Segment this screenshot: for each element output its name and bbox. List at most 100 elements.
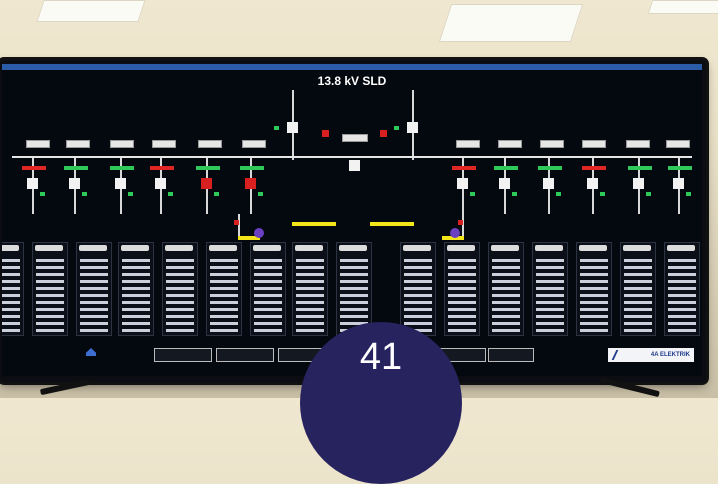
feeder-status-bar [240, 166, 264, 170]
panel-row [36, 301, 64, 304]
breaker-icon[interactable] [245, 178, 256, 189]
breaker-icon[interactable] [543, 178, 554, 189]
panel-header[interactable] [209, 245, 237, 251]
panel-row [624, 259, 652, 262]
panel-header[interactable] [403, 245, 431, 251]
panel-header[interactable] [447, 245, 475, 251]
panel-header[interactable] [339, 245, 367, 251]
panel-header[interactable] [79, 245, 107, 251]
breaker-icon[interactable] [633, 178, 644, 189]
coupling-link [292, 222, 336, 226]
feeder-status-bar [64, 166, 88, 170]
panel-row [580, 259, 608, 262]
panel-row [122, 294, 150, 297]
breaker-icon[interactable] [380, 130, 387, 137]
panel-header[interactable] [35, 245, 63, 251]
panel-header[interactable] [667, 245, 695, 251]
panel-row [254, 259, 282, 262]
panel-header[interactable] [121, 245, 149, 251]
panel-row [36, 308, 64, 311]
panel-row [36, 280, 64, 283]
breaker-icon[interactable] [234, 220, 239, 225]
panel-header[interactable] [295, 245, 323, 251]
panel-row [624, 329, 652, 332]
status-indicator [258, 192, 263, 196]
transformer-feed [462, 214, 464, 236]
feeder-status-bar [110, 166, 134, 170]
panel-row [210, 280, 238, 283]
status-indicator [168, 192, 173, 196]
panel-row [580, 322, 608, 325]
panel-row [404, 308, 432, 311]
panel-row [2, 273, 20, 276]
panel-row [254, 287, 282, 290]
breaker-icon[interactable] [287, 122, 298, 133]
panel-header[interactable] [579, 245, 607, 251]
panel-row [624, 315, 652, 318]
breaker-icon[interactable] [587, 178, 598, 189]
panel-row [36, 287, 64, 290]
panel-row [668, 266, 696, 269]
feeder-status-bar [150, 166, 174, 170]
switchgear-panel [2, 242, 24, 336]
panel-row [2, 322, 20, 325]
panel-header[interactable] [623, 245, 651, 251]
breaker-icon[interactable] [27, 178, 38, 189]
panel-row [404, 287, 432, 290]
panel-row [80, 294, 108, 297]
panel-row [2, 294, 20, 297]
feeder-label-box [152, 140, 176, 148]
panel-row [254, 315, 282, 318]
panel-row [80, 280, 108, 283]
breaker-icon[interactable] [69, 178, 80, 189]
panel-row [122, 259, 150, 262]
switchgear-panel [32, 242, 68, 336]
breaker-icon[interactable] [115, 178, 126, 189]
home-icon[interactable] [86, 348, 96, 356]
panel-row [296, 308, 324, 311]
panel-row [122, 322, 150, 325]
panel-header[interactable] [491, 245, 519, 251]
panel-row [122, 329, 150, 332]
breaker-icon[interactable] [457, 178, 468, 189]
panel-row [296, 315, 324, 318]
nav-button[interactable] [154, 348, 212, 362]
panel-row [166, 315, 194, 318]
panel-row [340, 266, 368, 269]
status-indicator [40, 192, 45, 196]
panel-row [296, 280, 324, 283]
panel-row [492, 287, 520, 290]
panel-row [668, 294, 696, 297]
panel-row [80, 266, 108, 269]
panel-header[interactable] [165, 245, 193, 251]
panel-row [492, 294, 520, 297]
breaker-icon[interactable] [458, 220, 463, 225]
panel-header[interactable] [2, 245, 19, 251]
panel-row [492, 322, 520, 325]
panel-header[interactable] [253, 245, 281, 251]
feeder-status-bar [452, 166, 476, 170]
panel-row [122, 301, 150, 304]
breaker-icon[interactable] [201, 178, 212, 189]
panel-row [2, 301, 20, 304]
panel-row [254, 329, 282, 332]
breaker-icon[interactable] [155, 178, 166, 189]
breaker-icon[interactable] [499, 178, 510, 189]
status-indicator [214, 192, 219, 196]
panel-row [536, 287, 564, 290]
feeder-status-bar [494, 166, 518, 170]
breaker-icon[interactable] [673, 178, 684, 189]
switchgear-panel [620, 242, 656, 336]
breaker-icon[interactable] [349, 160, 360, 171]
panel-row [2, 259, 20, 262]
breaker-icon[interactable] [407, 122, 418, 133]
nav-button[interactable] [216, 348, 274, 362]
panel-row [340, 301, 368, 304]
panel-row [404, 294, 432, 297]
panel-header[interactable] [535, 245, 563, 251]
panel-row [668, 322, 696, 325]
breaker-icon[interactable] [322, 130, 329, 137]
nav-button[interactable] [488, 348, 534, 362]
panel-row [448, 322, 476, 325]
panel-row [580, 280, 608, 283]
